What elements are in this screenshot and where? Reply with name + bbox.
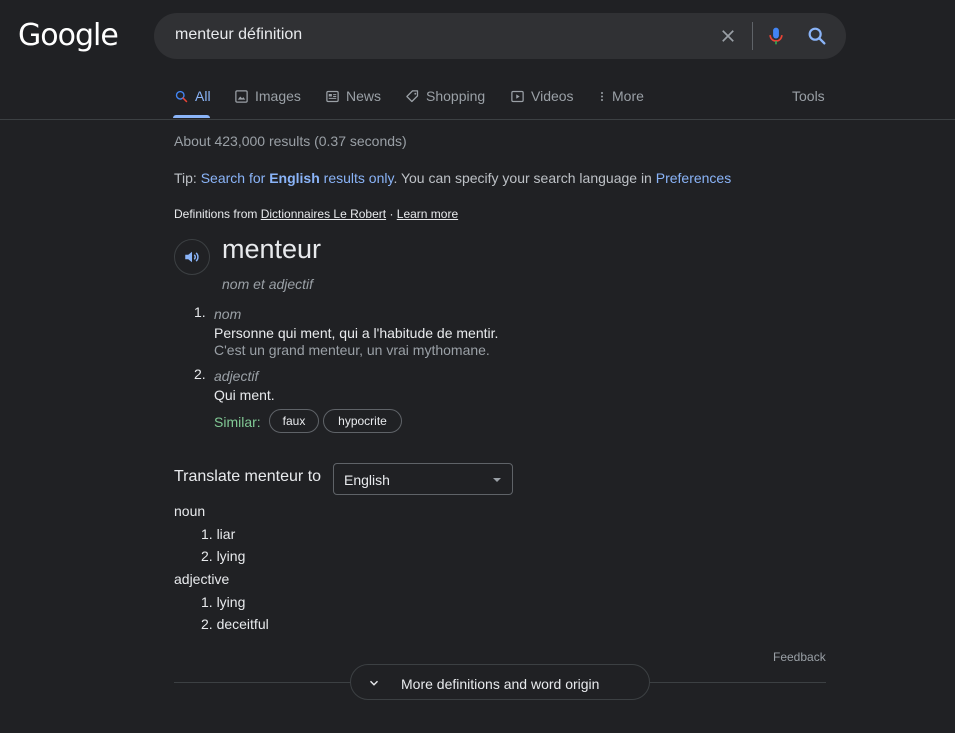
result-stats: About 423,000 results (0.37 seconds) [174, 133, 407, 149]
news-icon [326, 90, 339, 102]
tab-shopping[interactable]: Shopping [405, 88, 485, 104]
search-icon[interactable] [806, 25, 828, 47]
translation-pos: adjective [174, 571, 230, 587]
tools-button[interactable]: Tools [792, 88, 825, 104]
sense-example: C'est un grand menteur, un vrai mythoman… [214, 342, 490, 358]
tab-label: News [346, 88, 382, 104]
tip-prefix: Tip: [174, 170, 201, 186]
sense-definition: Qui ment. [214, 387, 275, 403]
pronunciation-button[interactable] [174, 239, 210, 275]
more-vert-icon [601, 91, 603, 101]
feedback-link[interactable]: Feedback [773, 650, 826, 664]
tab-label: Videos [531, 88, 574, 104]
translation-item: 1. lying [201, 594, 246, 610]
header-divider [0, 119, 955, 120]
tab-images[interactable]: Images [234, 88, 301, 104]
tab-label: More [612, 88, 644, 104]
preferences-link[interactable]: Preferences [656, 170, 731, 186]
english-only-link[interactable]: Search for English results only [201, 170, 394, 186]
tools-label: Tools [792, 88, 825, 104]
sense-pos: nom [214, 306, 242, 322]
similar-chip-faux[interactable]: faux [269, 409, 319, 433]
link-text: Search for [200, 170, 270, 186]
headword: menteur [222, 234, 322, 264]
language-select[interactable]: English [333, 463, 513, 495]
more-definitions-label: More definitions and word origin [401, 676, 600, 692]
tag-icon [406, 89, 419, 102]
microphone-icon[interactable] [766, 25, 786, 47]
translation-item: 1. liar [201, 526, 236, 542]
sense-pos: adjectif [214, 368, 259, 384]
close-icon[interactable] [719, 27, 737, 45]
search-icon [175, 90, 188, 102]
translation-pos: noun [174, 503, 206, 519]
tip-text: . You can specify your search language i… [393, 170, 656, 186]
tab-label: Images [255, 88, 301, 104]
source-label: Definitions from [174, 207, 261, 221]
selected-language: English [344, 472, 390, 488]
language-tip: Tip: Search for English results only. Yo… [174, 170, 731, 186]
more-definitions-button[interactable]: More definitions and word origin [350, 664, 650, 700]
similar-chip-hypocrite[interactable]: hypocrite [323, 409, 402, 433]
translate-label: Translate menteur to [174, 468, 322, 485]
chevron-down-icon [370, 680, 378, 686]
tab-news[interactable]: News [325, 88, 381, 104]
sense-definition: Personne qui ment, qui a l'habitude de m… [214, 325, 499, 341]
link-bold: English [269, 170, 320, 186]
dropdown-caret-icon [493, 478, 501, 482]
tab-label: All [195, 88, 211, 104]
translation-item: 2. lying [201, 548, 246, 564]
part-of-speech: nom et adjectif [222, 276, 314, 292]
play-icon [511, 90, 524, 102]
tab-more[interactable]: More [596, 88, 644, 104]
sense-number: 1. [194, 304, 206, 320]
tab-all[interactable]: All [174, 88, 211, 104]
similar-label: Similar: [214, 414, 261, 430]
source-link[interactable]: Dictionnaires Le Robert [261, 207, 386, 221]
image-icon [235, 89, 248, 103]
speaker-icon [185, 251, 199, 263]
learn-more-link[interactable]: Learn more [397, 207, 458, 221]
translation-item: 2. deceitful [201, 616, 269, 632]
search-box[interactable]: menteur définition [154, 13, 846, 59]
link-text: results only [319, 170, 394, 186]
tab-videos[interactable]: Videos [510, 88, 574, 104]
tab-label: Shopping [426, 88, 486, 104]
search-divider [752, 22, 753, 50]
search-input[interactable]: menteur définition [175, 26, 302, 44]
separator: · [386, 207, 397, 221]
active-tab-indicator [173, 115, 210, 118]
definitions-source: Definitions from Dictionnaires Le Robert… [174, 207, 458, 221]
google-logo[interactable]: Google [18, 18, 119, 53]
sense-number: 2. [194, 366, 206, 382]
